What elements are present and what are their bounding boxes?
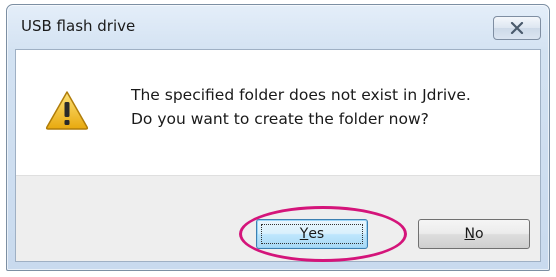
dialog-body: The specified folder does not exist in J…: [15, 49, 541, 262]
focus-indicator: [261, 224, 363, 244]
title-bar[interactable]: USB flash drive: [7, 5, 549, 49]
close-button[interactable]: [493, 16, 541, 40]
close-icon: [510, 22, 524, 34]
button-area: Yes No: [16, 175, 540, 262]
warning-icon: [45, 91, 89, 130]
message-text: The specified folder does not exist in J…: [131, 83, 471, 131]
no-button[interactable]: No: [418, 219, 530, 249]
message-area: The specified folder does not exist in J…: [16, 50, 540, 175]
message-line-2: Do you want to create the folder now?: [131, 110, 429, 128]
message-line-1: The specified folder does not exist in J…: [131, 86, 471, 104]
yes-button[interactable]: Yes: [256, 219, 368, 249]
no-mnemonic: N: [464, 226, 475, 242]
dialog-window: USB flash drive The specified folder doe…: [6, 4, 550, 271]
window-title: USB flash drive: [21, 17, 136, 35]
no-label-rest: o: [474, 226, 484, 242]
